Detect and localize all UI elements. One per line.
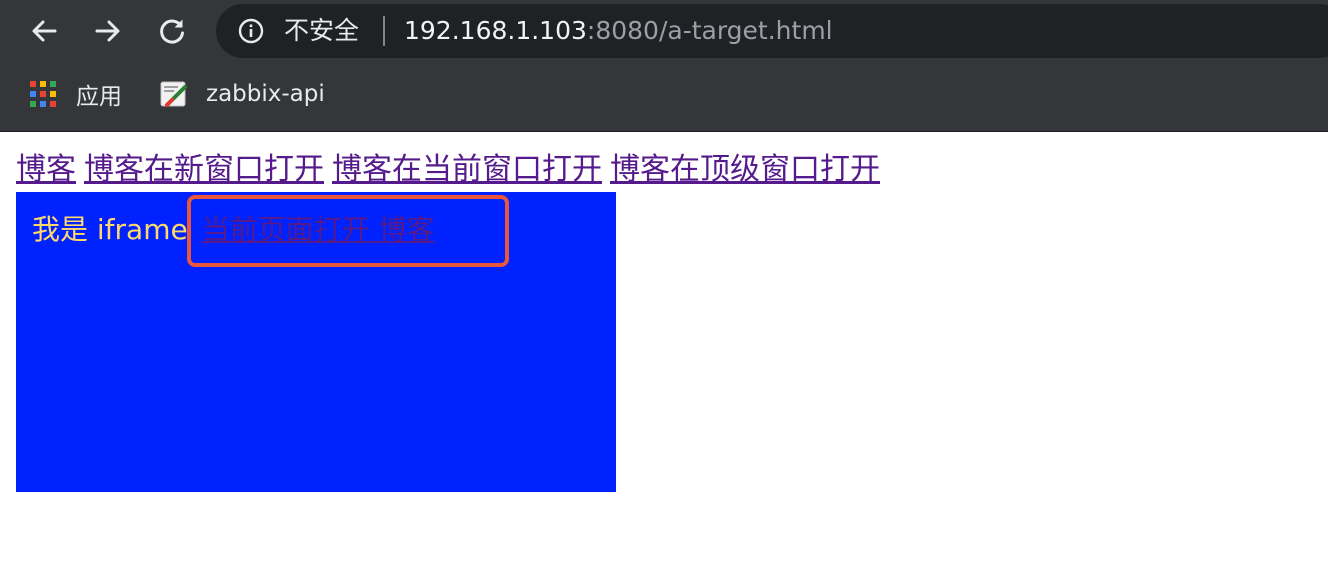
apps-grid-icon <box>30 81 56 107</box>
zabbix-favicon-icon <box>160 81 187 107</box>
omnibox-divider <box>383 16 385 46</box>
back-arrow-icon <box>32 20 57 42</box>
url-host: 192.168.1.103 <box>404 16 587 45</box>
browser-chrome: 不安全 192.168.1.103:8080/a-target.html 应用 … <box>0 0 1328 132</box>
highlight-box <box>187 195 509 267</box>
iframe-label: 我是 iframe <box>32 213 188 246</box>
blog-new-window-link[interactable]: 博客在新窗口打开 <box>84 152 324 187</box>
bookmark-label: 应用 <box>76 84 122 110</box>
forward-button[interactable] <box>88 11 128 51</box>
bookmark-apps[interactable]: 应用 <box>30 74 122 114</box>
url-text[interactable]: 192.168.1.103:8080/a-target.html <box>404 16 833 46</box>
bookmarks-bar: 应用 zabbix-api <box>0 70 1328 120</box>
forward-arrow-icon <box>95 20 120 42</box>
blog-link[interactable]: 博客 <box>16 152 76 187</box>
blog-top-window-link[interactable]: 博客在顶级窗口打开 <box>610 152 880 187</box>
blog-current-window-link[interactable]: 博客在当前窗口打开 <box>332 152 602 187</box>
reload-icon <box>160 19 184 44</box>
url-path: :8080/a-target.html <box>586 16 833 45</box>
link-row: 博客 博客在新窗口打开 博客在当前窗口打开 博客在顶级窗口打开 <box>16 152 888 188</box>
bookmark-zabbix-api[interactable]: zabbix-api <box>158 74 325 114</box>
security-label[interactable]: 不安全 <box>284 17 359 45</box>
info-icon[interactable] <box>238 18 264 44</box>
reload-button[interactable] <box>152 11 192 51</box>
back-button[interactable] <box>24 11 64 51</box>
browser-toolbar: 不安全 192.168.1.103:8080/a-target.html <box>0 0 1328 62</box>
address-bar[interactable]: 不安全 192.168.1.103:8080/a-target.html <box>216 4 1328 58</box>
bookmark-label: zabbix-api <box>206 81 325 107</box>
